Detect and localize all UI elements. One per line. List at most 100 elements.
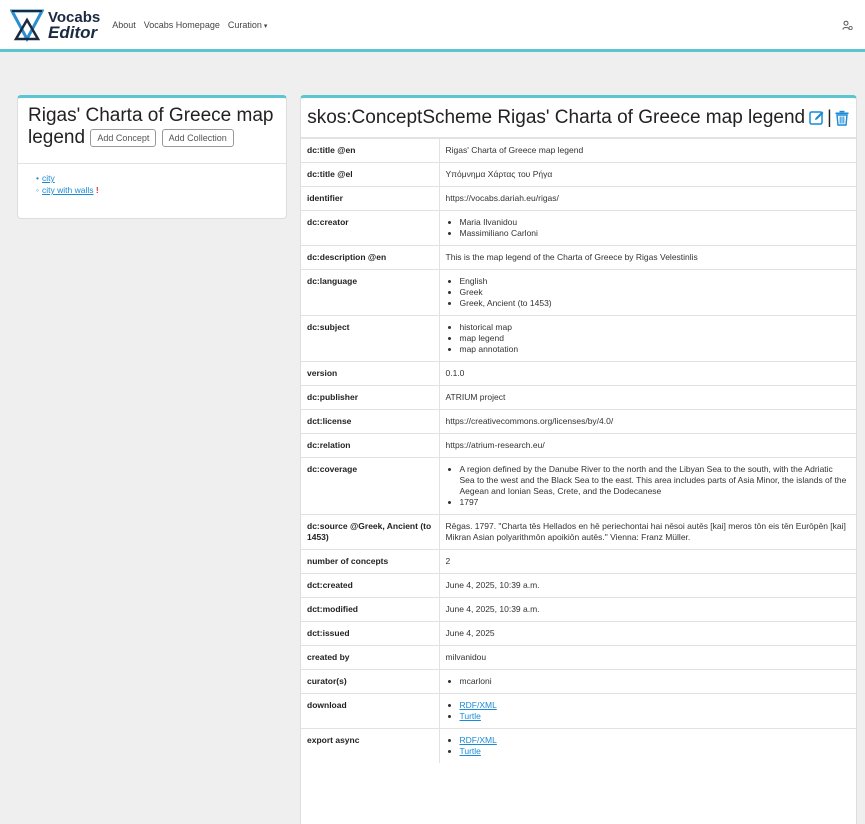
property-value: June 4, 2025, 10:39 a.m.: [438, 597, 856, 622]
panel-title: Rigas' Charta of Greece map legend Add C…: [28, 105, 276, 149]
property-key: dct:modified: [301, 597, 439, 622]
property-value: https://creativecommons.org/licenses/by/…: [438, 409, 856, 434]
vocabs-logo-icon: [10, 9, 44, 42]
scheme-header: skos:ConceptScheme Rigas' Charta of Gree…: [301, 98, 856, 138]
scheme-heading: skos:ConceptScheme Rigas' Charta of Gree…: [307, 107, 805, 129]
table-row: version 0.1.0: [301, 361, 856, 386]
scheme-properties-table: dc:title @en Rigas' Charta of Greece map…: [301, 138, 856, 763]
property-value: https://atrium-research.eu/: [438, 433, 856, 458]
table-row: dc:title @el Υπόμνημα Χάρτας του Ρήγα: [301, 162, 856, 187]
property-key: download: [301, 693, 439, 729]
property-key: identifier: [301, 186, 439, 211]
property-value: milvanidou: [438, 645, 856, 670]
nav-curation-label: Curation: [227, 19, 262, 30]
property-key: dc:title @en: [301, 138, 439, 163]
property-key: version: [301, 361, 439, 386]
property-value: June 4, 2025, 10:39 a.m.: [438, 573, 856, 598]
list-item: Massimiliano Carloni: [460, 228, 851, 239]
property-key: dc:description @en: [301, 245, 439, 270]
list-item: A region defined by the Danube River to …: [460, 464, 851, 497]
download-rdfxml-link[interactable]: RDF/XML: [460, 700, 497, 710]
table-row: dc:coverage A region defined by the Danu…: [301, 457, 856, 515]
property-key: created by: [301, 645, 439, 670]
property-key: dct:issued: [301, 621, 439, 646]
property-value: Rēgas. 1797. "Charta tēs Hellados en hē …: [438, 514, 856, 550]
trash-icon[interactable]: [834, 110, 850, 126]
property-key: dc:relation: [301, 433, 439, 458]
nav-curation-dropdown[interactable]: Curation ▾: [228, 20, 268, 30]
property-key: dc:coverage: [301, 457, 439, 515]
property-value: 2: [438, 549, 856, 574]
table-row: dc:subject historical map map legend map…: [301, 315, 856, 362]
list-item: Maria Ilvanidou: [460, 217, 851, 228]
property-value: Rigas' Charta of Greece map legend: [438, 138, 856, 163]
list-item: Greek, Ancient (to 1453): [460, 298, 851, 309]
table-row: dct:created June 4, 2025, 10:39 a.m.: [301, 573, 856, 598]
table-row: dc:creator Maria Ilvanidou Massimiliano …: [301, 210, 856, 246]
property-key: export async: [301, 728, 439, 763]
table-row: identifier https://vocabs.dariah.eu/riga…: [301, 186, 856, 211]
concept-tree-panel: Rigas' Charta of Greece map legend Add C…: [17, 95, 287, 219]
export-turtle-link[interactable]: Turtle: [460, 746, 481, 756]
property-key: number of concepts: [301, 549, 439, 574]
property-key: dc:source @Greek, Ancient (to 1453): [301, 514, 439, 550]
table-row: dct:issued June 4, 2025: [301, 621, 856, 646]
table-row: dc:source @Greek, Ancient (to 1453) Rēga…: [301, 514, 856, 550]
table-row: dct:license https://creativecommons.org/…: [301, 409, 856, 434]
property-value: ATRIUM project: [438, 385, 856, 410]
concept-link-city[interactable]: city: [42, 173, 55, 183]
table-row: export async RDF/XML Turtle: [301, 728, 856, 763]
list-item: 1797: [460, 497, 851, 508]
property-value: June 4, 2025: [438, 621, 856, 646]
download-turtle-link[interactable]: Turtle: [460, 711, 481, 721]
property-key: dct:license: [301, 409, 439, 434]
property-key: curator(s): [301, 669, 439, 694]
add-concept-button[interactable]: Add Concept: [90, 128, 157, 147]
scheme-type: skos:ConceptScheme: [307, 106, 493, 128]
table-row: dc:relation https://atrium-research.eu/: [301, 433, 856, 458]
table-row: dc:title @en Rigas' Charta of Greece map…: [301, 138, 856, 163]
list-item: historical map: [460, 322, 851, 333]
table-row: dc:description @en This is the map legen…: [301, 245, 856, 270]
brand-subtitle: Editor: [48, 22, 98, 42]
property-value: Υπόμνημα Χάρτας του Ρήγα: [438, 162, 856, 187]
edit-icon[interactable]: [809, 110, 825, 126]
list-item: English: [460, 276, 851, 287]
chevron-down-icon: ▾: [263, 22, 268, 30]
nav-about[interactable]: About: [112, 20, 136, 30]
list-item: mcarloni: [460, 676, 851, 687]
table-row: created by milvanidou: [301, 645, 856, 670]
property-key: dc:publisher: [301, 385, 439, 410]
property-key: dct:created: [301, 573, 439, 598]
list-item: map annotation: [460, 344, 851, 355]
property-key: dc:creator: [301, 210, 439, 246]
list-item: map legend: [460, 333, 851, 344]
table-row: dct:modified June 4, 2025, 10:39 a.m.: [301, 597, 856, 622]
concept-link-city-with-walls[interactable]: city with walls: [42, 185, 93, 195]
tree-item: ◦ city with walls !: [36, 185, 99, 195]
user-icon[interactable]: [842, 20, 853, 31]
add-collection-button[interactable]: Add Collection: [161, 128, 234, 147]
property-value: 0.1.0: [438, 361, 856, 386]
concept-tree: • city ◦ city with walls !: [18, 164, 286, 196]
tree-item: • city ◦ city with walls !: [36, 172, 286, 196]
brand[interactable]: Vocabs Editor: [10, 8, 100, 42]
warning-icon: !: [95, 185, 99, 195]
property-value: This is the map legend of the Charta of …: [438, 245, 856, 270]
scheme-detail-panel: skos:ConceptScheme Rigas' Charta of Gree…: [300, 95, 857, 824]
nav-homepage[interactable]: Vocabs Homepage: [144, 20, 220, 30]
property-key: dc:subject: [301, 315, 439, 362]
export-rdfxml-link[interactable]: RDF/XML: [460, 735, 497, 745]
list-item: Greek: [460, 287, 851, 298]
separator: |: [827, 107, 832, 127]
navbar: Vocabs Editor About Vocabs Homepage Cura…: [0, 0, 865, 52]
property-key: dc:language: [301, 269, 439, 316]
table-row: number of concepts 2: [301, 549, 856, 574]
scheme-title: Rigas' Charta of Greece map legend: [497, 106, 806, 128]
table-row: download RDF/XML Turtle: [301, 693, 856, 729]
table-row: dc:language English Greek Greek, Ancient…: [301, 269, 856, 316]
table-row: dc:publisher ATRIUM project: [301, 385, 856, 410]
table-row: curator(s) mcarloni: [301, 669, 856, 694]
property-key: dc:title @el: [301, 162, 439, 187]
property-value: https://vocabs.dariah.eu/rigas/: [438, 186, 856, 211]
